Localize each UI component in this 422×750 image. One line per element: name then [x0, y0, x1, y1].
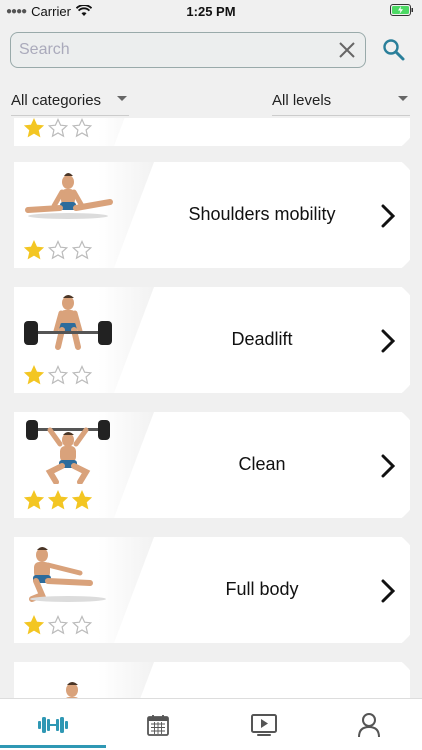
chevron-right-icon[interactable] — [380, 578, 396, 604]
star-empty-icon — [72, 615, 92, 635]
exercise-title: Clean — [238, 454, 286, 474]
search-bar — [10, 32, 366, 68]
clean-illustration — [26, 420, 110, 484]
calendar-icon — [147, 714, 170, 736]
category-filter-dropdown[interactable]: All categories — [11, 88, 129, 116]
chevron-right-icon[interactable] — [380, 328, 396, 354]
user-icon — [358, 712, 381, 737]
rating-stars — [24, 365, 92, 385]
star-filled-icon — [24, 118, 44, 138]
search-icon[interactable] — [382, 38, 406, 62]
star-empty-icon — [72, 118, 92, 138]
rating-stars — [24, 615, 92, 635]
full-body-illustration — [29, 547, 106, 602]
shoulders-mobility-illustration — [25, 173, 113, 219]
exercise-illustration — [66, 682, 78, 698]
exercise-card[interactable]: Full body — [14, 537, 410, 643]
tab-bar — [0, 698, 422, 750]
star-filled-icon — [48, 490, 68, 510]
star-filled-icon — [72, 490, 92, 510]
star-empty-icon — [48, 365, 68, 385]
rating-stars — [24, 118, 92, 138]
tab-workouts[interactable] — [0, 699, 106, 750]
battery-group — [390, 4, 414, 19]
star-empty-icon — [48, 615, 68, 635]
rating-stars — [24, 240, 92, 260]
divider — [272, 115, 410, 116]
chevron-right-icon[interactable] — [380, 203, 396, 229]
star-filled-icon — [24, 365, 44, 385]
rating-stars — [24, 490, 92, 510]
deadlift-illustration — [24, 295, 112, 350]
exercise-card[interactable]: Deadlift — [14, 287, 410, 393]
video-play-icon — [250, 713, 277, 736]
exercise-title: Shoulders mobility — [188, 204, 336, 224]
star-filled-icon — [24, 490, 44, 510]
status-time: 1:25 PM — [186, 3, 236, 19]
chevron-down-icon — [398, 96, 408, 101]
star-empty-icon — [48, 118, 68, 138]
star-filled-icon — [24, 615, 44, 635]
exercise-list[interactable]: Shoulders mobility Deadlift Clean Full b… — [0, 118, 422, 698]
star-empty-icon — [72, 240, 92, 260]
exercise-card[interactable]: Shoulders mobility — [14, 162, 410, 268]
tab-videos[interactable] — [211, 699, 317, 750]
clear-search-icon[interactable] — [337, 40, 357, 60]
star-empty-icon — [48, 240, 68, 260]
chevron-right-icon[interactable] — [380, 453, 396, 479]
exercise-title: Deadlift — [231, 329, 293, 349]
exercise-card[interactable] — [14, 662, 410, 698]
status-bar: ●●●● Carrier 1:25 PM — [0, 0, 422, 22]
search-input[interactable] — [11, 41, 311, 59]
dumbbell-icon — [37, 716, 68, 733]
tab-calendar[interactable] — [106, 699, 212, 750]
battery-icon — [390, 4, 413, 16]
level-filter-label: All levels — [272, 91, 332, 109]
exercise-card[interactable]: Clean — [14, 412, 410, 518]
category-filter-label: All categories — [11, 91, 102, 109]
exercise-title: Full body — [225, 579, 299, 599]
star-empty-icon — [72, 365, 92, 385]
divider — [11, 115, 129, 116]
star-filled-icon — [24, 240, 44, 260]
chevron-down-icon — [117, 96, 127, 101]
tab-profile[interactable] — [317, 699, 422, 750]
exercise-card[interactable] — [14, 118, 410, 146]
level-filter-dropdown[interactable]: All levels — [272, 88, 410, 116]
